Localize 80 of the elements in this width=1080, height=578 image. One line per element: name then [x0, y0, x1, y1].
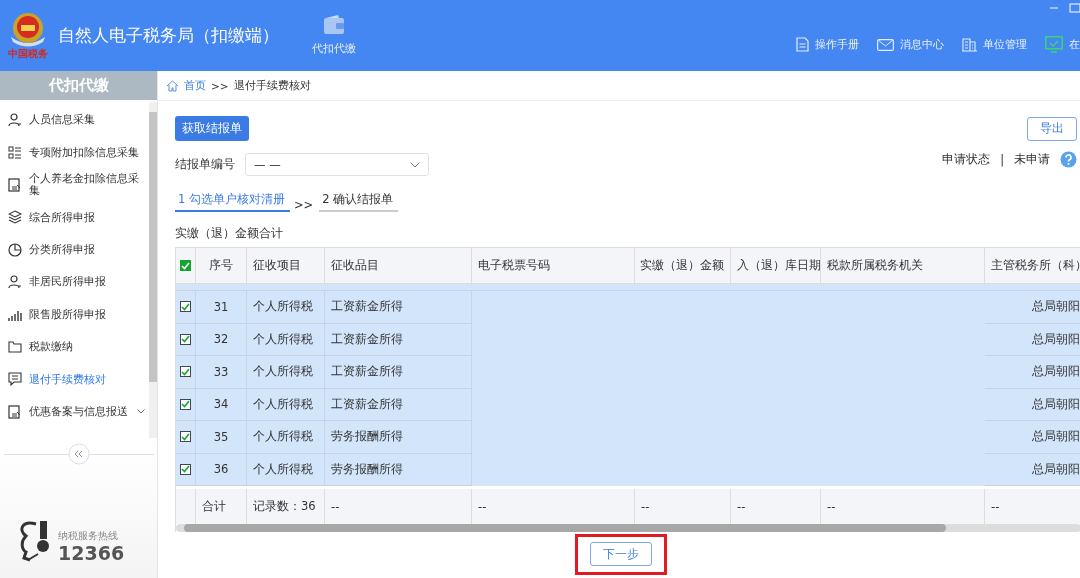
- layers-icon: [8, 210, 22, 225]
- horizontal-scrollbar[interactable]: [176, 524, 1080, 532]
- menu-item[interactable]: 退付手续费核对: [0, 363, 148, 396]
- table-cell: 工资薪金所得: [325, 356, 472, 389]
- wallet-icon: [323, 15, 345, 35]
- hotline-number: 12366: [58, 543, 125, 564]
- next-step-button[interactable]: 下一步: [590, 542, 652, 566]
- note-icon: [8, 372, 22, 387]
- row-checkbox[interactable]: [180, 366, 191, 378]
- step-tab[interactable]: 2 确认结报单: [319, 192, 399, 212]
- emblem-icon: [8, 10, 48, 47]
- row-checkbox[interactable]: [180, 463, 191, 475]
- table-cell: 个人所得税: [247, 421, 325, 454]
- total-label: 实缴（退）金额合计: [175, 226, 284, 241]
- document-icon: [796, 37, 809, 52]
- home-link[interactable]: 首页: [184, 78, 206, 93]
- row-checkbox[interactable]: [180, 333, 191, 345]
- menu-item[interactable]: 专项附加扣除信息采集: [0, 136, 148, 169]
- menu-item[interactable]: 个人养老金扣除信息采集: [0, 168, 148, 202]
- building-icon: [962, 37, 977, 52]
- export-button[interactable]: 导出: [1027, 116, 1077, 141]
- column-header: 主管税务所（科）: [985, 248, 1080, 283]
- person-icon: [8, 275, 22, 290]
- menu-item[interactable]: 人员信息采集: [0, 104, 148, 137]
- column-header: 征收品目: [325, 248, 472, 283]
- document-icon: [8, 404, 22, 419]
- mail-icon: [877, 38, 894, 51]
- fetch-report-button[interactable]: 获取结报单: [175, 116, 249, 141]
- breadcrumb-separator: >>: [211, 79, 229, 92]
- table-cell: 个人所得税: [247, 291, 325, 324]
- column-header: 实缴（退）金额: [635, 248, 731, 283]
- report-number-dropdown[interactable]: — —: [245, 153, 429, 176]
- document-icon: [8, 177, 22, 192]
- window-controls-icon[interactable]: [1050, 3, 1080, 13]
- table-cell: 劳务报酬所得: [325, 421, 472, 454]
- folder-icon: [8, 340, 22, 353]
- select-all-checkbox[interactable]: [180, 260, 191, 271]
- table-cell: 31: [196, 291, 247, 324]
- scrollbar[interactable]: [149, 102, 157, 438]
- row-checkbox[interactable]: [180, 431, 191, 443]
- menu-item[interactable]: 限售股所得申报: [0, 298, 148, 331]
- column-header: 序号: [196, 248, 247, 283]
- row-checkbox[interactable]: [180, 301, 191, 313]
- table-cell: 总局朝阳: [985, 291, 1080, 324]
- list-icon: [8, 145, 22, 160]
- status-label: 申请状态: [942, 152, 991, 167]
- column-header: 电子税票号码: [472, 248, 635, 283]
- hotline-label: 纳税服务热线: [58, 529, 119, 544]
- table-cell: 工资薪金所得: [325, 291, 472, 324]
- person-icon: [8, 113, 22, 128]
- monitor-check-icon: [1045, 36, 1063, 53]
- field-label: 结报单编号: [175, 157, 235, 172]
- step-tab[interactable]: 1 勾选单户核对清册: [175, 192, 290, 212]
- menu-item[interactable]: 分类所得申报: [0, 233, 148, 266]
- pie-chart-icon: [8, 242, 22, 257]
- status-value: 未申请: [1014, 152, 1050, 167]
- column-header: 税款所属税务机关: [821, 248, 985, 283]
- menu-item[interactable]: 非居民所得申报: [0, 265, 148, 299]
- chevron-down-icon: [137, 409, 145, 415]
- step-separator: >>: [294, 198, 314, 212]
- home-icon[interactable]: [166, 79, 179, 92]
- collapse-icon[interactable]: [67, 443, 90, 465]
- table-cell: 个人所得税: [247, 356, 325, 389]
- help-icon[interactable]: [1060, 151, 1077, 168]
- table-cell: 33: [196, 356, 247, 389]
- app-title: 自然人电子税务局（扣缴端）: [58, 24, 280, 47]
- table-cell: 35: [196, 421, 247, 454]
- table-cell: 总局朝阳: [985, 356, 1080, 389]
- menu-item[interactable]: 税款缴纳: [0, 330, 148, 364]
- chevron-down-icon: [410, 161, 420, 168]
- column-header: 入（退）库日期: [731, 248, 821, 283]
- menu-item[interactable]: 综合所得申报: [0, 201, 148, 234]
- sidebar-title: 代扣代缴: [0, 71, 157, 100]
- row-checkbox[interactable]: [180, 398, 191, 410]
- breadcrumb-current: 退付手续费核对: [233, 78, 311, 93]
- menu-item[interactable]: 优惠备案与信息报送: [0, 395, 148, 428]
- table-cell: 总局朝阳: [985, 421, 1080, 454]
- emblem-caption: 中国税务: [8, 46, 48, 61]
- column-header: 征收项目: [247, 248, 325, 283]
- status-separator: |: [1000, 152, 1004, 167]
